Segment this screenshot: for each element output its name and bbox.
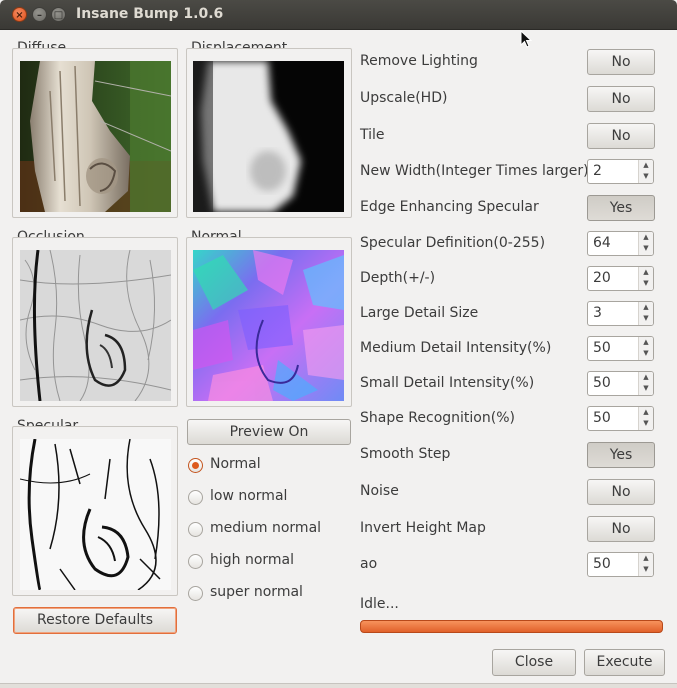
radio-high-normal-indicator[interactable] [188,554,203,569]
small-detail-label: Small Detail Intensity(%) [360,375,535,391]
window-bottom-edge [0,683,677,688]
new-width-spinbox[interactable]: 2 ▲ ▼ [587,159,654,184]
shape-recognition-spinbox[interactable]: 50 ▲ ▼ [587,406,654,431]
spin-down-icon[interactable]: ▼ [639,243,653,254]
radio-high-normal-label: high normal [210,552,295,568]
spin-down-icon[interactable]: ▼ [639,313,653,324]
close-window-icon[interactable]: × [12,7,27,22]
preview-button[interactable]: Preview On [187,419,351,445]
noise-label: Noise [360,483,399,499]
maximize-window-icon[interactable]: □ [51,7,66,22]
ao-label: ao [360,556,378,572]
spin-down-icon[interactable]: ▼ [639,278,653,289]
execute-button[interactable]: Execute [584,649,665,676]
depth-value[interactable]: 20 [593,270,611,286]
large-detail-label: Large Detail Size [360,305,479,321]
ao-spinbox[interactable]: 50 ▲ ▼ [587,552,654,577]
radio-low-normal-indicator[interactable] [188,490,203,505]
upscale-toggle[interactable]: No [587,86,655,112]
radio-super-normal-label: super normal [210,584,303,600]
radio-super-normal-indicator[interactable] [188,586,203,601]
displacement-image [193,61,344,212]
specular-definition-label: Specular Definition(0-255) [360,235,546,251]
status-text: Idle... [360,596,399,612]
diffuse-image [20,61,171,212]
radio-medium-normal-label: medium normal [210,520,322,536]
depth-arrows: ▲ ▼ [638,267,653,290]
spin-down-icon[interactable]: ▼ [639,348,653,359]
specular-image [20,439,171,590]
depth-spinbox[interactable]: 20 ▲ ▼ [587,266,654,291]
spin-down-icon[interactable]: ▼ [639,564,653,575]
spin-up-icon[interactable]: ▲ [639,553,653,564]
radio-normal-indicator[interactable] [188,458,203,473]
normal-image [193,250,344,401]
shape-recognition-label: Shape Recognition(%) [360,410,515,426]
tile-toggle[interactable]: No [587,123,655,149]
shape-recognition-arrows: ▲ ▼ [638,407,653,430]
minimize-window-icon[interactable]: – [32,7,47,22]
noise-toggle[interactable]: No [587,479,655,505]
spin-up-icon[interactable]: ▲ [639,407,653,418]
smooth-step-toggle[interactable]: Yes [587,442,655,468]
edge-specular-label: Edge Enhancing Specular [360,199,539,215]
medium-detail-arrows: ▲ ▼ [638,337,653,360]
edge-specular-toggle[interactable]: Yes [587,195,655,221]
ao-value[interactable]: 50 [593,556,611,572]
new-width-label: New Width(Integer Times larger) [360,163,589,179]
ao-arrows: ▲ ▼ [638,553,653,576]
invert-height-label: Invert Height Map [360,520,486,536]
title-bar: × – □ Insane Bump 1.0.6 [0,0,677,30]
window-title: Insane Bump 1.0.6 [76,6,224,22]
medium-detail-label: Medium Detail Intensity(%) [360,340,552,356]
restore-defaults-button[interactable]: Restore Defaults [13,607,177,634]
occlusion-image [20,250,171,401]
large-detail-arrows: ▲ ▼ [638,302,653,325]
radio-normal-label: Normal [210,456,261,472]
spin-down-icon[interactable]: ▼ [639,383,653,394]
medium-detail-spinbox[interactable]: 50 ▲ ▼ [587,336,654,361]
radio-medium-normal-indicator[interactable] [188,522,203,537]
radio-low-normal-label: low normal [210,488,288,504]
spin-up-icon[interactable]: ▲ [639,267,653,278]
spin-up-icon[interactable]: ▲ [639,160,653,171]
specular-definition-arrows: ▲ ▼ [638,232,653,255]
smooth-step-label: Smooth Step [360,446,451,462]
upscale-label: Upscale(HD) [360,90,448,106]
large-detail-value[interactable]: 3 [593,305,602,321]
small-detail-arrows: ▲ ▼ [638,372,653,395]
spin-up-icon[interactable]: ▲ [639,337,653,348]
mouse-cursor-icon [520,30,532,48]
spin-up-icon[interactable]: ▲ [639,302,653,313]
tile-label: Tile [360,127,385,143]
depth-label: Depth(+/-) [360,270,436,286]
spin-up-icon[interactable]: ▲ [639,372,653,383]
shape-recognition-value[interactable]: 50 [593,410,611,426]
new-width-value[interactable]: 2 [593,163,602,179]
spin-down-icon[interactable]: ▼ [639,171,653,182]
invert-height-toggle[interactable]: No [587,516,655,542]
small-detail-value[interactable]: 50 [593,375,611,391]
spin-down-icon[interactable]: ▼ [639,418,653,429]
large-detail-spinbox[interactable]: 3 ▲ ▼ [587,301,654,326]
spin-up-icon[interactable]: ▲ [639,232,653,243]
specular-definition-value[interactable]: 64 [593,235,611,251]
specular-definition-spinbox[interactable]: 64 ▲ ▼ [587,231,654,256]
small-detail-spinbox[interactable]: 50 ▲ ▼ [587,371,654,396]
remove-lighting-label: Remove Lighting [360,53,478,69]
progress-bar [360,620,663,633]
new-width-arrows: ▲ ▼ [638,160,653,183]
remove-lighting-toggle[interactable]: No [587,49,655,75]
medium-detail-value[interactable]: 50 [593,340,611,356]
close-button[interactable]: Close [492,649,576,676]
